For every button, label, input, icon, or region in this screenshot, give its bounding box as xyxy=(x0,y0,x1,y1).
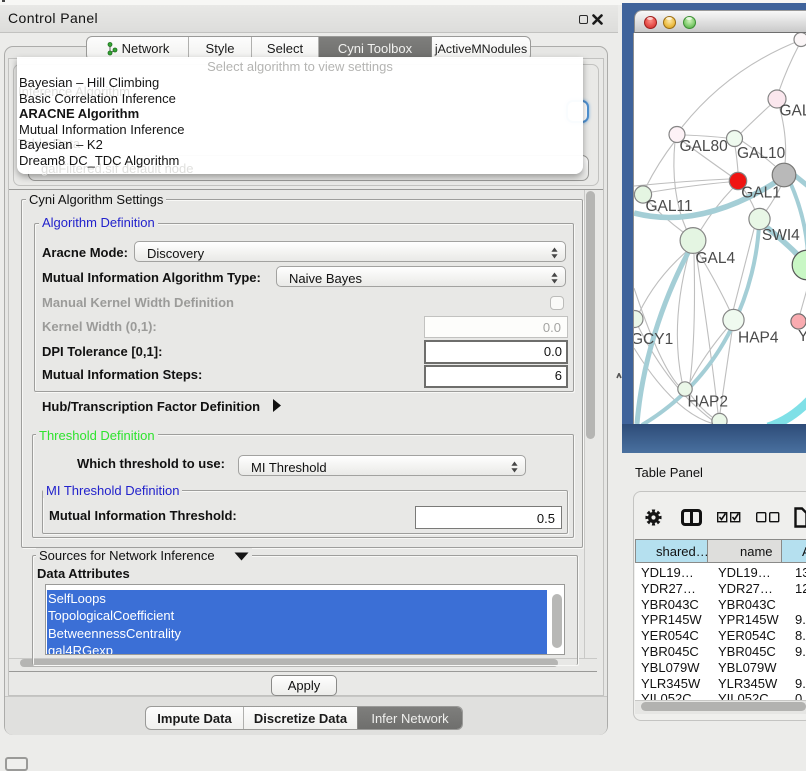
svg-text:SWI4: SWI4 xyxy=(762,227,800,244)
svg-text:GCY1: GCY1 xyxy=(634,331,673,348)
svg-text:GAL80: GAL80 xyxy=(680,138,729,155)
svg-text:GAL1: GAL1 xyxy=(741,185,781,202)
svg-text:HAP4: HAP4 xyxy=(738,330,779,347)
svg-text:Y: Y xyxy=(798,328,806,345)
svg-text:GAL10: GAL10 xyxy=(737,145,786,162)
svg-text:HAP2: HAP2 xyxy=(688,394,729,411)
svg-text:GAL4: GAL4 xyxy=(696,250,736,267)
svg-text:GAL11: GAL11 xyxy=(646,198,693,215)
svg-text:GAL: GAL xyxy=(780,103,806,120)
